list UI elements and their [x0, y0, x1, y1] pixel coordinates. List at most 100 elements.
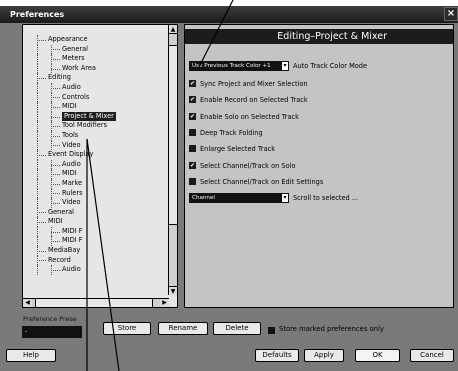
tree-item[interactable]: Audio: [23, 159, 169, 170]
tree-item[interactable]: Record: [23, 255, 169, 266]
close-icon[interactable]: ×: [444, 7, 458, 21]
tree-connector: [37, 265, 38, 275]
tree-connector: [37, 54, 38, 64]
tree-item-label: Project & Mixer: [62, 111, 116, 122]
tree-item-label: Appearance: [48, 35, 88, 43]
store-marked-checkbox[interactable]: [268, 327, 275, 334]
category-tree-panel: Appearance General Meters Work Area Editing A…: [22, 24, 178, 308]
tree-item[interactable]: MIDI: [23, 217, 169, 227]
tree-connector: [37, 250, 46, 252]
store-button[interactable]: Store: [103, 322, 151, 335]
tree-connector: [51, 135, 60, 137]
tree-connector: [51, 87, 60, 89]
tree-item[interactable]: Editing: [23, 73, 169, 83]
tree-item-label: Editing: [48, 73, 71, 82]
option-checkbox[interactable]: ✔: [189, 80, 196, 87]
tree-connector: [37, 44, 38, 55]
defaults-button[interactable]: Defaults: [255, 349, 299, 362]
tree-connector: [51, 97, 60, 99]
tree-connector: [37, 39, 46, 41]
tree-connector: [37, 169, 38, 179]
tree-horizontal-scrollbar[interactable]: ◀ ▶: [23, 298, 169, 307]
apply-button[interactable]: Apply: [304, 349, 344, 362]
option-checkbox[interactable]: [189, 128, 196, 136]
option-label: Enable Solo on Selected Track: [200, 112, 299, 121]
tree-connector: [37, 140, 38, 151]
tree-connector: [51, 145, 60, 147]
tree-item-label: Video: [62, 140, 81, 149]
delete-button[interactable]: Delete: [213, 322, 261, 335]
tree-item[interactable]: Rulers: [23, 188, 169, 199]
option-checkbox[interactable]: [189, 177, 196, 185]
tree-connector: [51, 116, 60, 118]
tree-vertical-scrollbar[interactable]: ▲ ▼: [168, 25, 177, 295]
preset-select[interactable]: -: [22, 326, 82, 338]
tree-item-label: Audio: [62, 82, 81, 91]
tree-item[interactable]: Work Area: [23, 63, 169, 74]
scroll-thumb[interactable]: [169, 45, 177, 225]
tree-connector: [37, 154, 46, 156]
tree-item[interactable]: Audio: [23, 265, 169, 275]
hscroll-thumb[interactable]: [35, 299, 153, 307]
tree-item[interactable]: MIDI F: [23, 236, 169, 247]
tree-connector: [51, 202, 60, 204]
tree-connector: [51, 183, 60, 185]
tree-item-label: Meters: [62, 54, 85, 63]
tree-item-label: Marke: [62, 178, 83, 187]
tree-item[interactable]: General: [23, 44, 169, 55]
tree-item[interactable]: Video: [23, 198, 169, 208]
help-button[interactable]: Help: [6, 349, 56, 362]
tree-connector: [51, 270, 60, 272]
tree-connector: [37, 130, 38, 141]
tree-item-label: Tool Modifiers: [62, 121, 107, 130]
tree-item-label: MIDI F: [62, 236, 83, 245]
tree-item-label: Audio: [62, 265, 81, 274]
color-mode-dropdown[interactable]: Use Previous Track Color +1 ▾: [189, 61, 289, 71]
tree-item[interactable]: Controls: [23, 92, 169, 103]
tree-item[interactable]: Appearance: [23, 35, 169, 45]
tree-item[interactable]: General: [23, 207, 169, 218]
tree-connector: [37, 188, 38, 199]
ok-button[interactable]: OK: [355, 349, 400, 362]
tree-item[interactable]: Meters: [23, 54, 169, 64]
scroll-down-icon[interactable]: ▼: [169, 286, 177, 295]
tree-item[interactable]: MIDI: [23, 102, 169, 112]
option-checkbox[interactable]: ✔: [189, 112, 196, 120]
option-checkbox[interactable]: ✔: [189, 161, 196, 169]
preset-label: Preference Prese: [23, 315, 77, 323]
tree-item[interactable]: Event Display: [23, 150, 169, 160]
tree-connector: [51, 68, 60, 70]
tree-item[interactable]: MIDI: [23, 169, 169, 179]
scroll-up-icon[interactable]: ▲: [169, 25, 177, 34]
option-label: Enable Record on Selected Track: [200, 96, 308, 105]
tree-item[interactable]: Video: [23, 140, 169, 151]
scroll-label: Scroll to selected ...: [293, 194, 359, 202]
tree-item[interactable]: MIDI F: [23, 226, 169, 237]
tree-connector: [37, 260, 46, 262]
tree-connector: [37, 92, 38, 103]
tree-connector: [51, 231, 60, 233]
tree-item[interactable]: Tool Modifiers: [23, 121, 169, 131]
tree-connector: [51, 49, 60, 51]
store-marked-label: Store marked preferences only: [279, 325, 384, 333]
tree-item[interactable]: Audio: [23, 82, 169, 93]
tree-connector: [37, 63, 38, 74]
tree-connector: [37, 159, 38, 170]
tree-item-label: Work Area: [62, 63, 96, 72]
scroll-left-icon[interactable]: ◀: [23, 299, 32, 307]
scroll-right-icon[interactable]: ▶: [160, 299, 169, 307]
scroll-dropdown[interactable]: Channel ▾: [189, 193, 289, 203]
tree-item-label: MIDI: [62, 102, 77, 111]
tree-item[interactable]: Marke: [23, 178, 169, 189]
option-checkbox[interactable]: [189, 145, 196, 153]
tree-connector: [51, 193, 60, 195]
tree-item[interactable]: Tools: [23, 130, 169, 141]
tree-connector: [37, 226, 38, 237]
tree-item[interactable]: Project & Mixer: [23, 111, 169, 122]
cancel-button[interactable]: Cancel: [410, 349, 454, 362]
tree-item-label: General: [48, 207, 74, 216]
tree-item-label: Controls: [62, 92, 90, 101]
option-checkbox[interactable]: ✔: [189, 96, 196, 104]
rename-button[interactable]: Rename: [158, 322, 208, 335]
tree-item[interactable]: MediaBay: [23, 246, 169, 256]
